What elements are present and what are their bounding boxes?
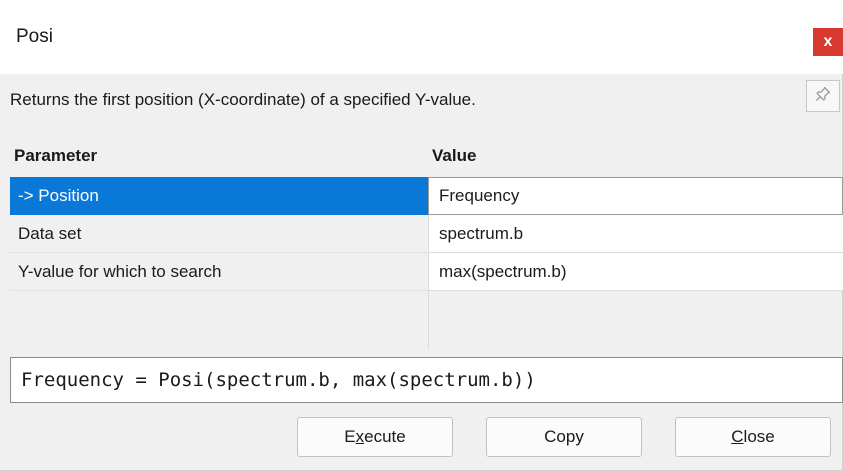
grid-empty-area xyxy=(10,291,843,349)
value-column-header: Value xyxy=(432,146,477,165)
pin-button[interactable] xyxy=(806,80,840,112)
close-button[interactable]: Close xyxy=(675,417,831,457)
title-bar: Posi x xyxy=(0,0,843,74)
close-window-button[interactable]: x xyxy=(813,28,843,56)
grid-row-data-set[interactable]: Data set spectrum.b xyxy=(10,215,843,253)
parameter-cell[interactable]: -> Position xyxy=(10,177,428,215)
parameter-column-header: Parameter xyxy=(14,146,98,165)
parameter-cell[interactable]: Y-value for which to search xyxy=(10,253,428,291)
copy-label: Copy xyxy=(544,427,584,446)
pin-icon xyxy=(814,85,832,108)
close-label-end: lose xyxy=(743,427,775,446)
close-mnemonic: C xyxy=(731,427,744,446)
value-cell-input[interactable]: spectrum.b xyxy=(428,215,843,253)
value-cell-input[interactable]: Frequency xyxy=(428,177,843,215)
value-cell-input[interactable]: max(spectrum.b) xyxy=(428,253,843,291)
window-title: Posi xyxy=(16,26,53,47)
grid-empty-value xyxy=(428,291,843,349)
function-description: Returns the first position (X-coordinate… xyxy=(10,90,476,109)
execute-mnemonic: x xyxy=(355,427,365,446)
parameter-grid: -> Position Frequency Data set spectrum.… xyxy=(10,177,843,349)
execute-label-start: E xyxy=(344,427,356,446)
formula-field[interactable]: Frequency = Posi(spectrum.b, max(spectru… xyxy=(10,357,843,403)
grid-empty-parameter xyxy=(10,291,428,349)
grid-row-y-value[interactable]: Y-value for which to search max(spectrum… xyxy=(10,253,843,291)
parameter-cell[interactable]: Data set xyxy=(10,215,428,253)
grid-row-position[interactable]: -> Position Frequency xyxy=(10,177,843,215)
close-icon: x xyxy=(823,33,833,50)
execute-button[interactable]: Ex ecute xyxy=(297,417,453,457)
copy-button[interactable]: Copy xyxy=(486,417,642,457)
execute-label-end: ecute xyxy=(364,427,406,446)
posi-dialog: Posi x Returns the first position (X-coo… xyxy=(0,0,843,471)
